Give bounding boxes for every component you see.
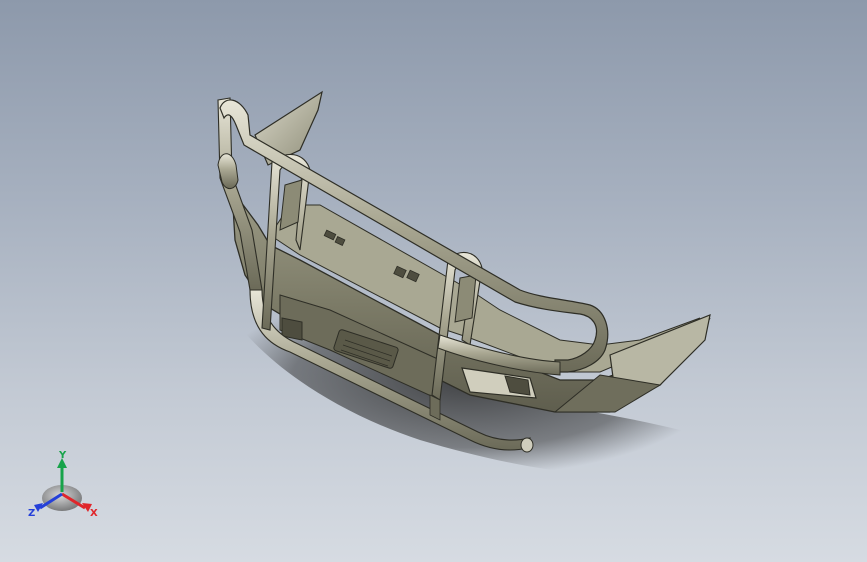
y-axis-label: Y — [58, 450, 67, 461]
x-axis-label: X — [90, 508, 98, 519]
z-axis-label: Z — [28, 508, 35, 519]
axis-triad: Y X Z — [28, 450, 98, 519]
graphics-viewport[interactable]: Y X Z — [0, 0, 867, 562]
